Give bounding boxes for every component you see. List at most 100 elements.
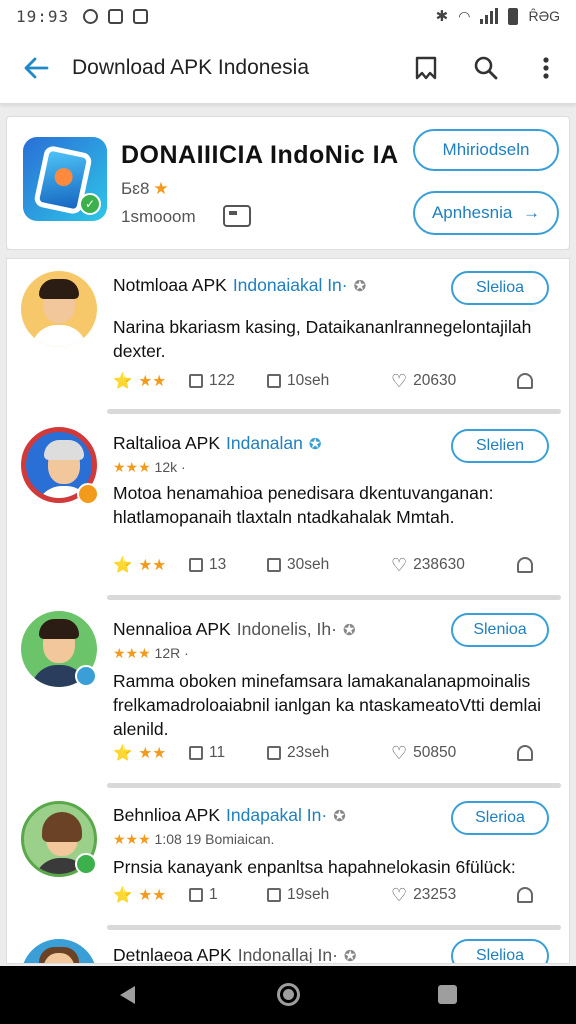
avatar[interactable] xyxy=(21,939,97,963)
comment-action[interactable]: 1 xyxy=(189,886,267,904)
author-handle[interactable]: Indonelis, Ih· xyxy=(237,619,337,639)
follow-button[interactable]: Slelien xyxy=(451,429,549,463)
verified-icon: ✪ xyxy=(342,622,356,639)
like-action[interactable]: ♡ 238630 xyxy=(391,555,513,576)
follow-button[interactable]: Slerioa xyxy=(451,801,549,835)
verified-badge-icon xyxy=(75,665,97,687)
search-icon xyxy=(474,56,498,79)
post-actions: ⭐ ★★ 1 19seh ♡ 23253 xyxy=(113,883,533,907)
comment-action[interactable]: 122 xyxy=(189,372,267,390)
rating-action[interactable]: ⭐ ★★ xyxy=(113,744,189,763)
verified-icon: ✪ xyxy=(353,278,367,295)
comment-action[interactable]: 11 xyxy=(189,744,267,762)
post-actions: ⭐ ★★ 11 23seh ♡ 50850 xyxy=(113,741,533,765)
like-action[interactable]: ♡ 23253 xyxy=(391,885,513,906)
rating-action[interactable]: ⭐ ★★ xyxy=(113,886,189,905)
post-actions: ⭐ ★★ 13 30seh ♡ 238630 xyxy=(113,553,533,577)
stars: ★★ xyxy=(138,886,167,904)
mail-icon xyxy=(108,8,124,24)
more-options-button[interactable] xyxy=(516,56,576,80)
divider xyxy=(107,925,561,930)
bookmark-button[interactable] xyxy=(396,55,456,81)
bookmark-icon xyxy=(415,56,437,79)
comment-action[interactable]: 13 xyxy=(189,556,267,574)
post-author: Raltalioa APK Indanalan ✪ xyxy=(113,433,321,454)
person-icon[interactable] xyxy=(517,373,533,389)
checkmark-icon: ✓ xyxy=(79,193,101,215)
app-icon[interactable]: ✓ xyxy=(23,137,107,221)
rating-action[interactable]: ⭐ ★★ xyxy=(113,372,189,391)
person-icon[interactable] xyxy=(517,887,533,903)
verified-icon: ✪ xyxy=(333,808,346,825)
like-action[interactable]: ♡ 20630 xyxy=(391,371,513,392)
author-name: Detnlaeoa APK xyxy=(113,945,232,964)
post-author: Behnlioa APK Indapakal In· ✪ xyxy=(113,805,346,826)
repost-action[interactable]: 10seh xyxy=(267,372,391,390)
stars: ★★ xyxy=(138,744,167,762)
person-icon[interactable] xyxy=(517,557,533,573)
comment-icon xyxy=(189,746,203,760)
follow-button[interactable]: Slelioa xyxy=(451,939,549,963)
post-author: Nennalioa APK Indonelis, Ih· ✪ xyxy=(113,619,356,640)
back-button[interactable] xyxy=(0,57,72,79)
author-handle[interactable]: Indonallaj In· xyxy=(238,945,338,963)
author-handle[interactable]: Indapakal In· xyxy=(226,805,327,825)
heart-icon: ♡ xyxy=(391,554,408,575)
stars: ★★ xyxy=(138,372,167,390)
avatar[interactable] xyxy=(21,271,97,347)
follow-button[interactable]: Slenioa xyxy=(451,613,549,647)
post-text: Motoa henamahioa penedisara dkentuvangan… xyxy=(113,483,494,527)
author-name: Notmloaa APK xyxy=(113,275,227,295)
like-action[interactable]: ♡ 50850 xyxy=(391,743,513,764)
post-author: Notmloaa APK Indonaiakal In· ✪ xyxy=(113,275,366,296)
repost-icon xyxy=(267,746,281,760)
battery-icon xyxy=(508,7,519,25)
wifi-icon: ◠ xyxy=(458,7,471,24)
follow-button[interactable]: Slelioa xyxy=(451,271,549,305)
comment-icon xyxy=(189,558,203,572)
post-meta: ★★★ 12k · xyxy=(113,459,186,475)
clock: 19:93 xyxy=(16,6,70,26)
author-handle[interactable]: Indonaiakal In· xyxy=(233,275,348,295)
person-icon[interactable] xyxy=(517,745,533,761)
search-button[interactable] xyxy=(456,55,516,81)
app-title: DONAIIICIA IndoNic IA xyxy=(121,141,399,169)
repost-action[interactable]: 30seh xyxy=(267,556,391,574)
status-bar: 19:93 ✱ ◠ ȒƏG xyxy=(0,0,576,32)
repost-icon xyxy=(267,558,281,572)
divider xyxy=(107,595,561,600)
primary-action-button[interactable]: Mhiriodseln xyxy=(413,129,559,171)
post-text: Prnsia kanayank enpanltsa hapahnelokasin… xyxy=(113,857,516,877)
rating-label: Бɛ8 xyxy=(121,179,150,198)
stars: ★★ xyxy=(138,556,167,574)
post-actions: ⭐ ★★ 122 10seh ♡ 20630 xyxy=(113,369,533,393)
device-icon xyxy=(223,205,251,227)
system-nav-bar xyxy=(0,966,576,1024)
comment-icon xyxy=(189,374,203,388)
heart-icon: ♡ xyxy=(391,742,408,763)
battery-label: ȒƏG xyxy=(528,8,560,24)
nav-home-icon[interactable] xyxy=(277,983,300,1006)
nav-recents-icon[interactable] xyxy=(438,985,457,1004)
download-count: 1smooom xyxy=(121,207,196,226)
nav-back-icon[interactable] xyxy=(120,986,135,1004)
star-icon: ★ xyxy=(153,179,169,198)
bug-icon: ✱ xyxy=(435,8,449,25)
divider xyxy=(107,783,561,788)
author-name: Raltalioa APK xyxy=(113,433,221,453)
post-author: Detnlaeoa APK Indonallaj In· ✪ xyxy=(113,945,357,964)
heart-icon: ♡ xyxy=(391,370,408,391)
arrow-right-icon: → xyxy=(523,203,541,222)
rating-action[interactable]: ⭐ ★★ xyxy=(113,556,189,575)
verified-icon: ✪ xyxy=(343,948,357,964)
alarm-icon xyxy=(83,8,99,24)
repost-icon xyxy=(267,374,281,388)
secondary-action-label: Apnhesnia xyxy=(431,203,513,222)
repost-action[interactable]: 19seh xyxy=(267,886,391,904)
post-text: Ramma oboken minefamsara lamakanalanapmo… xyxy=(113,671,542,739)
secondary-action-button[interactable]: Apnhesnia → xyxy=(413,191,559,235)
author-name: Behnlioa APK xyxy=(113,805,221,825)
repost-action[interactable]: 23seh xyxy=(267,744,391,762)
author-handle[interactable]: Indanalan xyxy=(226,433,303,453)
app-rating: Бɛ8 ★ xyxy=(121,179,169,199)
